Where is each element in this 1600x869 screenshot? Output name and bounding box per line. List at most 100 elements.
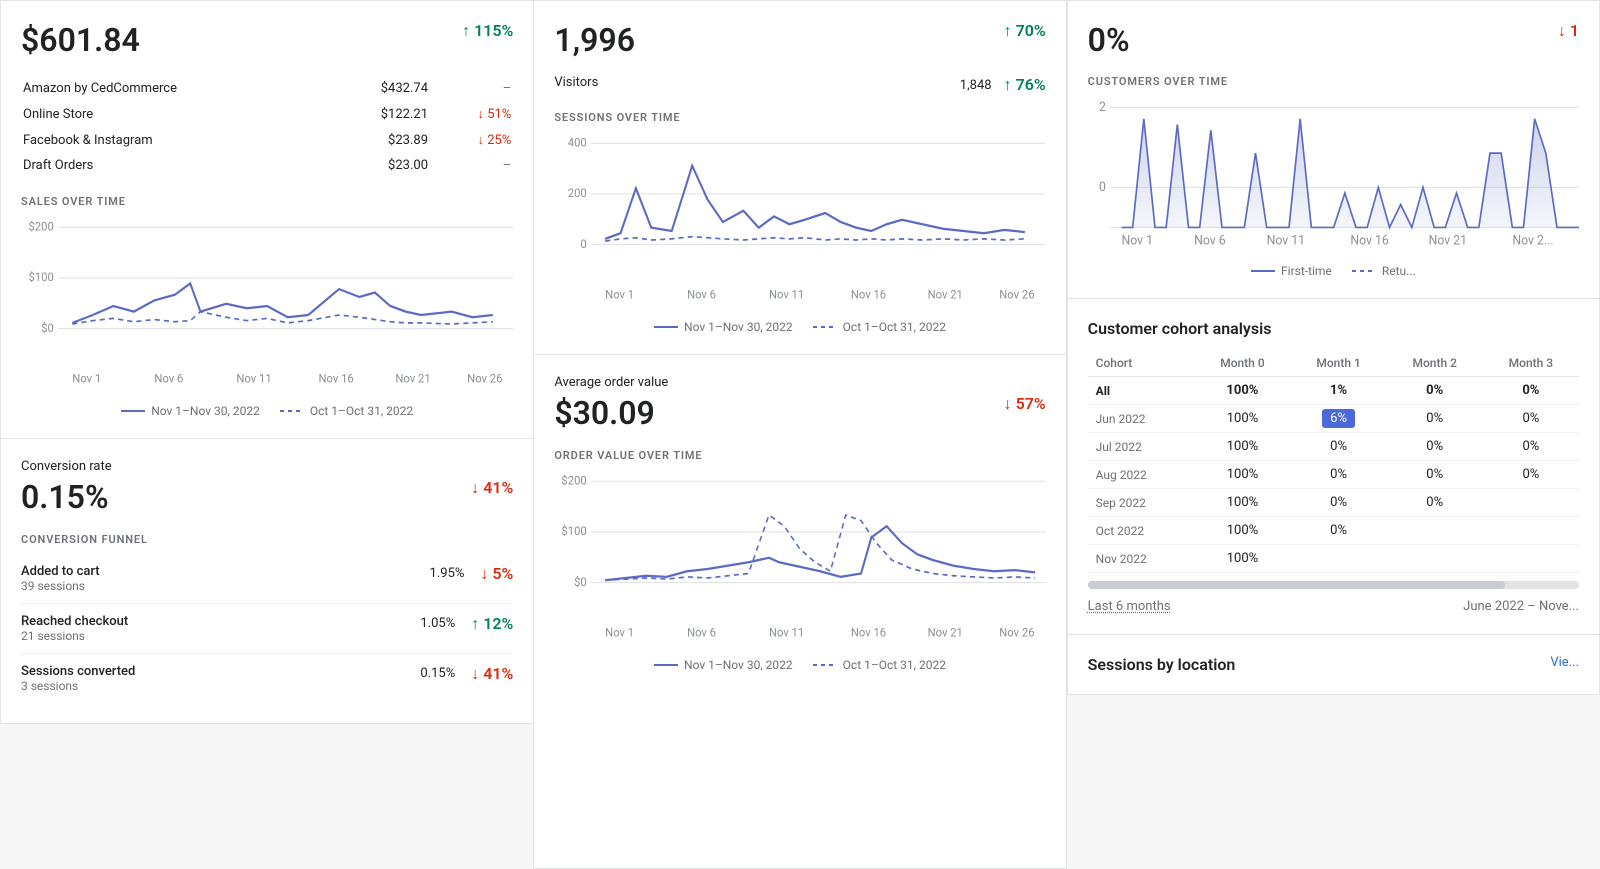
order-legend-prev-label: Oct 1–Oct 31, 2022 <box>843 658 946 672</box>
legend-item-current: Nov 1–Nov 30, 2022 <box>121 404 260 418</box>
sessions-legend-current-label: Nov 1–Nov 30, 2022 <box>684 320 793 334</box>
channel-value: $432.74 <box>322 77 444 100</box>
sessions-location-panel: Sessions by location Vie... <box>1067 635 1600 695</box>
svg-text:Nov 26: Nov 26 <box>467 371 503 386</box>
sessions-location-header: Sessions by location Vie... <box>1088 655 1579 674</box>
customers-legend-first-label: First-time <box>1281 264 1332 278</box>
cohort-oct-m2 <box>1387 517 1483 545</box>
order-chart: $200 $100 $0 Nov 1 Nov 6 Nov 11 Nov 16 N… <box>554 470 1045 650</box>
cohort-table: Cohort Month 0 Month 1 Month 2 Month 3 A… <box>1088 350 1579 573</box>
sessions-legend-prev-label: Oct 1–Oct 31, 2022 <box>843 320 946 334</box>
svg-text:Nov 21: Nov 21 <box>928 625 963 640</box>
cohort-jul-label: Jul 2022 <box>1088 433 1195 461</box>
cohort-jun-row: Jun 2022 100% 6% 0% 0% <box>1088 405 1579 433</box>
funnel-row-cart: Added to cart 39 sessions 1.95% ↓ 5% <box>21 554 513 604</box>
customers-chart-title: CUSTOMERS OVER TIME <box>1088 75 1579 88</box>
channel-label: Amazon by CedCommerce <box>23 77 320 100</box>
svg-text:Nov 16: Nov 16 <box>851 287 887 302</box>
sessions-legend-prev: Oct 1–Oct 31, 2022 <box>813 320 946 334</box>
cohort-sep-m3 <box>1483 489 1579 517</box>
funnel-label-cart: Added to cart 39 sessions <box>21 564 100 593</box>
visitors-change: ↑ 76% <box>1004 75 1046 95</box>
dashboard: $601.84 ↑ 115% Amazon by CedCommerce $43… <box>0 0 1600 869</box>
cohort-aug-label: Aug 2022 <box>1088 461 1195 489</box>
channel-change: – <box>446 154 511 177</box>
middle-column: 1,996 ↑ 70% Visitors 1,848 ↑ 76% SESSION… <box>533 0 1066 869</box>
svg-text:$200: $200 <box>28 220 53 235</box>
cohort-oct-m1: 0% <box>1291 517 1387 545</box>
funnel-label-converted: Sessions converted 3 sessions <box>21 664 135 693</box>
table-row: Draft Orders $23.00 – <box>23 154 511 177</box>
customers-chart-svg: 2 0 Nov 1 Nov 6 Nov 11 Nov <box>1088 96 1579 256</box>
cohort-nov-label: Nov 2022 <box>1088 545 1195 573</box>
svg-text:$0: $0 <box>574 574 587 589</box>
legend-solid-icon <box>1251 270 1275 272</box>
svg-text:Nov 11: Nov 11 <box>236 371 271 386</box>
cohort-sep-m1: 0% <box>1291 489 1387 517</box>
month1-col-header: Month 1 <box>1291 350 1387 377</box>
svg-text:Nov 6: Nov 6 <box>687 625 716 640</box>
svg-text:0: 0 <box>581 237 587 252</box>
order-legend-current-label: Nov 1–Nov 30, 2022 <box>684 658 793 672</box>
sessions-location-link[interactable]: Vie... <box>1550 655 1579 674</box>
cohort-nov-row: Nov 2022 100% <box>1088 545 1579 573</box>
svg-text:Nov 21: Nov 21 <box>395 371 430 386</box>
funnel-right-converted: 0.15% ↓ 41% <box>420 664 513 684</box>
customers-total: 0% <box>1088 21 1130 59</box>
svg-text:Nov 21: Nov 21 <box>1428 234 1466 249</box>
cohort-oct-m3 <box>1483 517 1579 545</box>
legend-dashed-icon <box>813 664 837 666</box>
cohort-footer-left[interactable]: Last 6 months <box>1088 599 1171 614</box>
visitors-row: Visitors 1,848 ↑ 76% <box>554 75 1045 95</box>
channel-label: Facebook & Instagram <box>23 128 320 152</box>
cohort-oct-row: Oct 2022 100% 0% <box>1088 517 1579 545</box>
svg-text:Nov 16: Nov 16 <box>318 371 354 386</box>
channel-value: $23.00 <box>322 154 444 177</box>
svg-text:$100: $100 <box>562 524 587 539</box>
conversion-change: ↓ 41% <box>471 478 513 498</box>
cohort-scrollbar[interactable] <box>1088 581 1579 589</box>
visitors-value: 1,848 <box>960 78 992 93</box>
svg-text:Nov 1: Nov 1 <box>1121 234 1153 249</box>
cohort-sep-label: Sep 2022 <box>1088 489 1195 517</box>
cohort-aug-m2: 0% <box>1387 461 1483 489</box>
sales-change: ↑ 115% <box>462 21 513 41</box>
cohort-nov-m3 <box>1483 545 1579 573</box>
cohort-nov-m2 <box>1387 545 1483 573</box>
cohort-title: Customer cohort analysis <box>1088 319 1579 338</box>
channel-change: ↓ 51% <box>446 102 511 126</box>
table-row: Amazon by CedCommerce $432.74 – <box>23 77 511 100</box>
svg-text:$0: $0 <box>41 321 54 336</box>
cohort-nov-m0: 100% <box>1194 545 1290 573</box>
svg-text:Nov 11: Nov 11 <box>1266 234 1304 249</box>
cohort-nov-m1 <box>1291 545 1387 573</box>
funnel-row-converted: Sessions converted 3 sessions 0.15% ↓ 41… <box>21 654 513 703</box>
right-column: 0% ↓ 1 CUSTOMERS OVER TIME 2 0 <box>1067 0 1600 869</box>
svg-text:Nov 2...: Nov 2... <box>1512 234 1553 249</box>
cohort-jun-m2: 0% <box>1387 405 1483 433</box>
month2-col-header: Month 2 <box>1387 350 1483 377</box>
cohort-jun-m1: 6% <box>1291 405 1387 433</box>
customers-change: ↓ 1 <box>1558 21 1579 41</box>
sessions-total: 1,996 <box>554 21 635 59</box>
table-row: Online Store $122.21 ↓ 51% <box>23 102 511 126</box>
sales-panel: $601.84 ↑ 115% Amazon by CedCommerce $43… <box>0 0 533 439</box>
channel-label: Online Store <box>23 102 320 126</box>
month0-col-header: Month 0 <box>1194 350 1290 377</box>
cohort-footer: Last 6 months June 2022 – Nove... <box>1088 599 1579 614</box>
cohort-footer-right: June 2022 – Nove... <box>1463 599 1579 614</box>
sessions-chart-title: SESSIONS OVER TIME <box>554 111 1045 124</box>
conversion-rate-label: Conversion rate <box>21 459 513 474</box>
cohort-aug-row: Aug 2022 100% 0% 0% 0% <box>1088 461 1579 489</box>
cohort-all-m0: 100% <box>1194 377 1290 405</box>
legend-dashed-icon <box>813 326 837 328</box>
sessions-chart-legend: Nov 1–Nov 30, 2022 Oct 1–Oct 31, 2022 <box>554 320 1045 334</box>
cohort-all-m2: 0% <box>1387 377 1483 405</box>
customers-legend-first: First-time <box>1251 264 1332 278</box>
cohort-jun-m3: 0% <box>1483 405 1579 433</box>
sales-chart-legend: Nov 1–Nov 30, 2022 Oct 1–Oct 31, 2022 <box>21 404 513 418</box>
legend-dashed-icon <box>280 410 304 412</box>
cohort-aug-m0: 100% <box>1194 461 1290 489</box>
cohort-all-label: All <box>1088 377 1195 405</box>
sales-total: $601.84 <box>21 21 140 59</box>
